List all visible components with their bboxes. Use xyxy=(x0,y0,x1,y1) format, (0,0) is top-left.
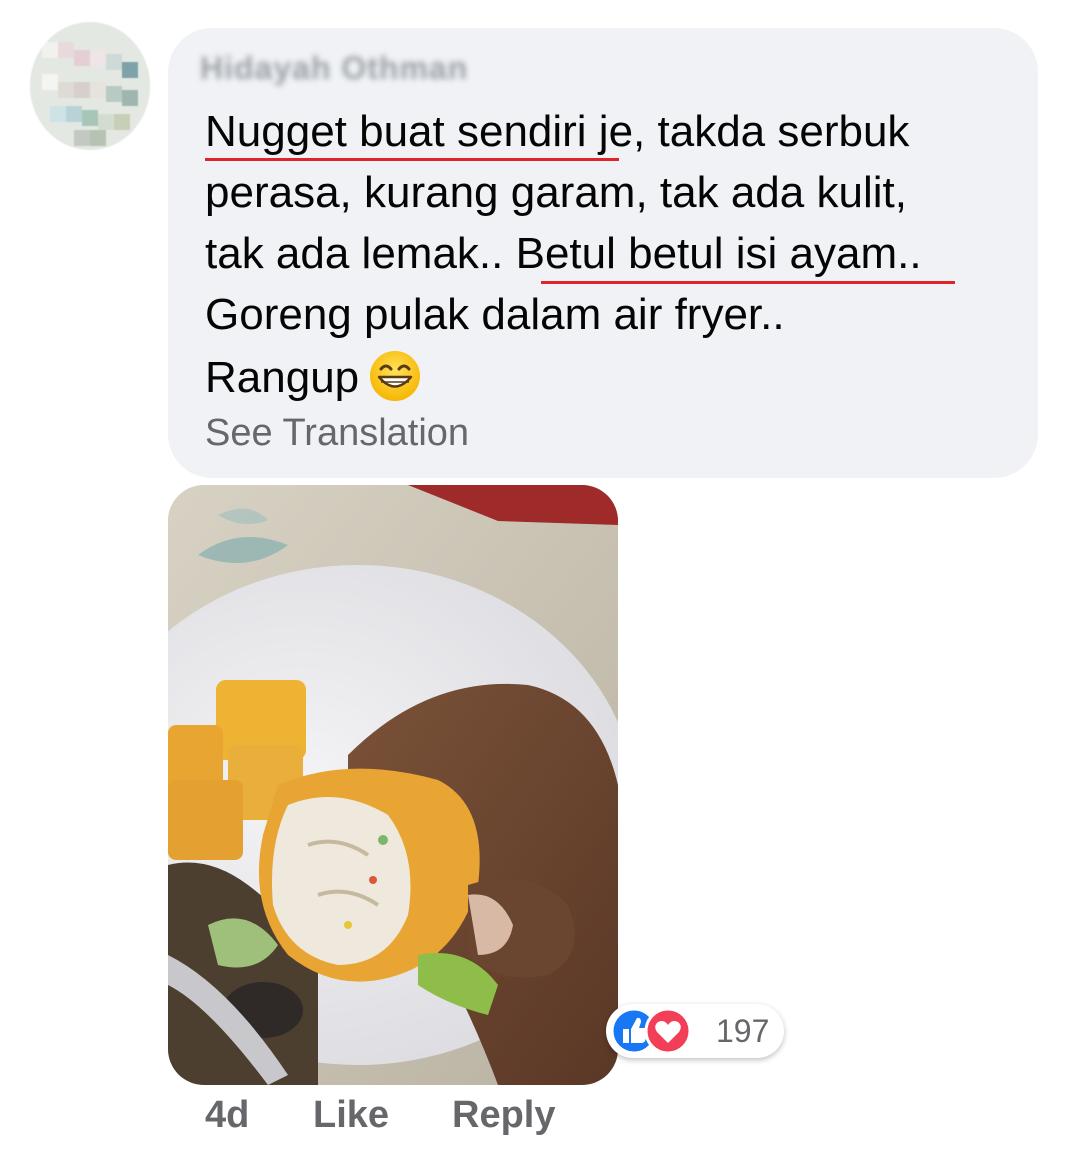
reaction-count[interactable]: 197 xyxy=(716,1012,769,1050)
avatar[interactable] xyxy=(30,22,150,150)
food-photo-icon xyxy=(168,485,618,1085)
highlight-underline-1 xyxy=(205,158,619,161)
like-button[interactable]: Like xyxy=(313,1092,389,1138)
comment-thread: Hidayah Othman Nugget buat sendiri je, t… xyxy=(0,0,1073,1149)
comment-line-1: Nugget buat sendiri je, takda serbuk xyxy=(205,107,910,156)
comment-line-2: perasa, kurang garam, tak ada kulit, xyxy=(205,168,907,217)
avatar-image xyxy=(30,22,150,150)
comment-line-5-text: Rangup xyxy=(205,353,360,402)
comment-line-4: Goreng pulak dalam air fryer.. xyxy=(205,290,785,339)
comment-line-5: Rangup xyxy=(205,350,421,404)
comment-line-3: tak ada lemak.. Betul betul isi ayam.. xyxy=(205,229,922,278)
grinning-face-emoji-icon xyxy=(370,351,421,401)
comment-timestamp[interactable]: 4d xyxy=(205,1092,249,1138)
reply-button[interactable]: Reply xyxy=(452,1092,555,1138)
comment-photo[interactable] xyxy=(168,485,618,1085)
see-translation-link[interactable]: See Translation xyxy=(205,412,469,455)
author-name[interactable]: Hidayah Othman xyxy=(200,50,468,87)
highlight-underline-2 xyxy=(541,281,955,284)
love-reaction-icon xyxy=(644,1007,692,1055)
reaction-icons xyxy=(610,1007,692,1055)
